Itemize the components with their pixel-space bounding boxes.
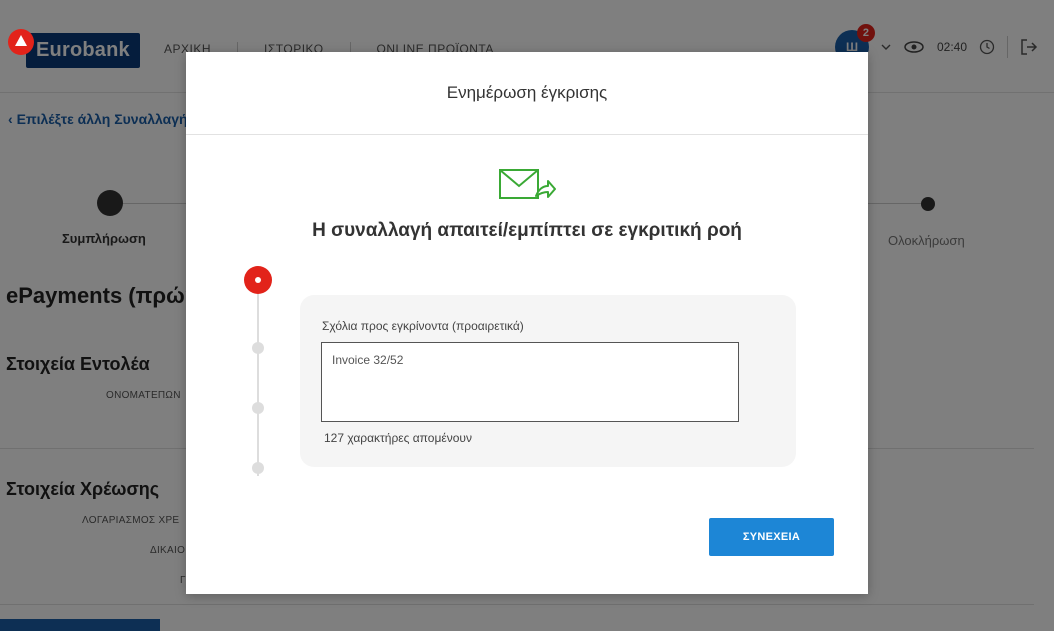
vertical-step-dot	[252, 402, 264, 414]
approval-modal: Ενημέρωση έγκρισης Η συναλλαγή απαιτεί/ε…	[186, 52, 868, 594]
mail-forward-icon	[498, 166, 556, 211]
continue-button[interactable]: ΣΥΝΕΧΕΙΑ	[709, 518, 834, 556]
vertical-stepper	[244, 266, 272, 476]
comment-card: Σχόλια προς εγκρίνοντα (προαιρετικά) Inv…	[300, 295, 796, 467]
modal-subtitle: Η συναλλαγή απαιτεί/εμπίπτει σε εγκριτικ…	[312, 220, 742, 241]
modal-header: Ενημέρωση έγκρισης	[186, 52, 868, 135]
vertical-step-active	[244, 266, 272, 294]
logo-mark-icon	[8, 29, 34, 55]
vertical-step-dot	[252, 342, 264, 354]
modal-title: Ενημέρωση έγκρισης	[446, 83, 608, 102]
comment-label: Σχόλια προς εγκρίνοντα (προαιρετικά)	[322, 319, 524, 333]
vertical-step-dot	[252, 462, 264, 474]
chars-remaining: 127 χαρακτήρες απομένουν	[324, 431, 472, 445]
comment-textarea[interactable]: Invoice 32/52	[321, 342, 739, 422]
vertical-stepper-line	[257, 294, 259, 476]
